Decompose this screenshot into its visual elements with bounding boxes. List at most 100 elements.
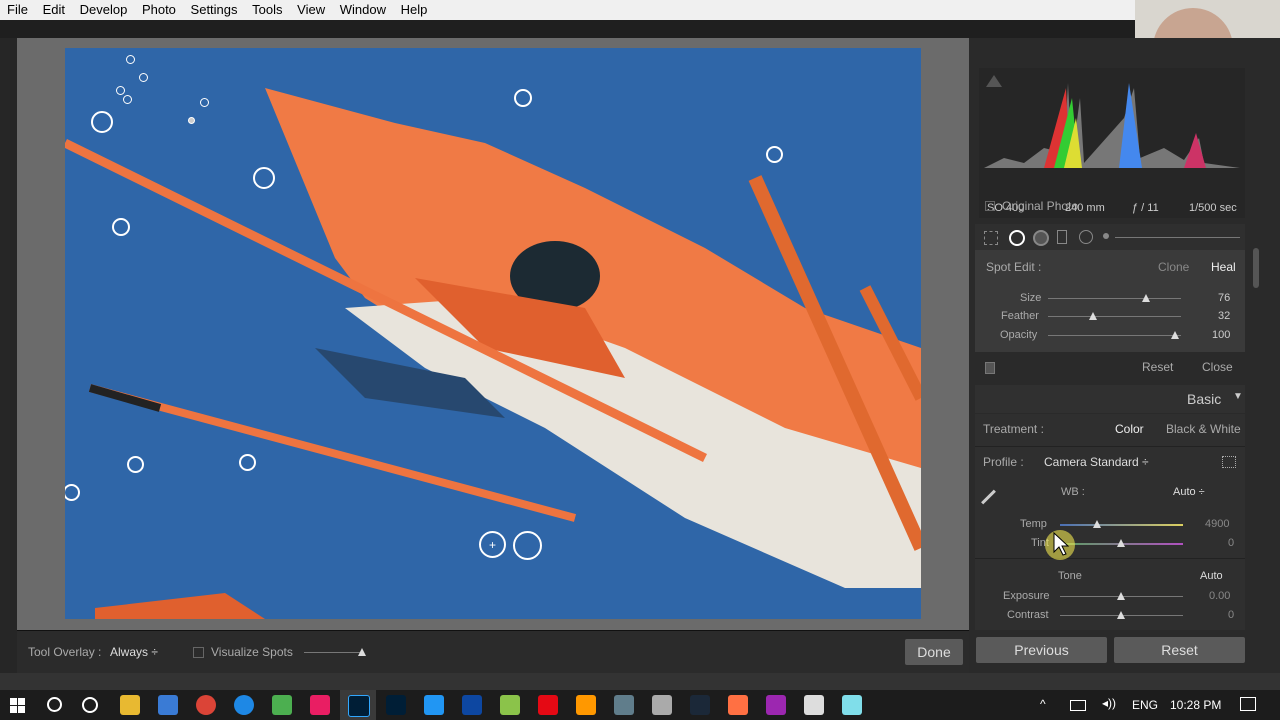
top-panel-strip[interactable] xyxy=(0,20,1280,38)
app-icon[interactable] xyxy=(310,695,330,715)
app-icon[interactable] xyxy=(766,695,786,715)
edge-icon[interactable] xyxy=(234,695,254,715)
opacity-slider-thumb[interactable] xyxy=(1171,331,1179,339)
redeye-tool-icon[interactable] xyxy=(1033,230,1049,246)
tint-value[interactable]: 0 xyxy=(1228,537,1234,549)
brush-tool-icon[interactable] xyxy=(1103,233,1109,239)
windows-start-icon[interactable] xyxy=(10,698,25,713)
profile-browser-icon[interactable] xyxy=(1222,456,1236,468)
original-photo-checkbox[interactable] xyxy=(985,201,995,211)
reset-button[interactable]: Reset xyxy=(1114,637,1245,663)
file-explorer-icon[interactable] xyxy=(120,695,140,715)
spot-circle[interactable] xyxy=(127,456,144,473)
tint-slider-thumb[interactable] xyxy=(1117,539,1125,547)
app-icon[interactable] xyxy=(576,695,596,715)
clock[interactable]: 10:28 PM xyxy=(1170,698,1221,712)
exposure-slider-thumb[interactable] xyxy=(1117,592,1125,600)
contrast-slider-thumb[interactable] xyxy=(1117,611,1125,619)
show-hidden-icons[interactable]: ^ xyxy=(1040,697,1046,711)
spot-circle[interactable] xyxy=(239,454,256,471)
size-slider-track[interactable] xyxy=(1048,298,1181,299)
visualize-spots-checkbox[interactable] xyxy=(193,647,204,658)
app-icon[interactable] xyxy=(158,695,178,715)
spot-circle[interactable] xyxy=(139,73,148,82)
spot-circle[interactable] xyxy=(514,89,532,107)
size-value[interactable]: 76 xyxy=(1218,292,1230,304)
feather-slider-thumb[interactable] xyxy=(1089,312,1097,320)
photo-canvas[interactable]: + xyxy=(65,48,921,619)
profile-select[interactable]: Camera Standard ÷ xyxy=(1044,455,1149,469)
feather-value[interactable]: 32 xyxy=(1218,310,1230,322)
eyedropper-icon[interactable] xyxy=(981,489,996,505)
panel-switch-icon[interactable] xyxy=(985,362,995,374)
spot-circle[interactable] xyxy=(253,167,275,189)
menu-photo[interactable]: Photo xyxy=(142,0,176,17)
spot-removal-tool-icon[interactable] xyxy=(1009,230,1025,246)
spot-circle[interactable] xyxy=(116,86,125,95)
notification-icon[interactable] xyxy=(1240,697,1256,711)
spot-target-circle[interactable] xyxy=(513,531,542,560)
brush-slider-track[interactable] xyxy=(1115,237,1240,238)
language-indicator[interactable]: ENG xyxy=(1132,698,1158,712)
steam-icon[interactable] xyxy=(690,695,710,715)
menu-develop[interactable]: Develop xyxy=(80,0,128,17)
spot-circle[interactable] xyxy=(200,98,209,107)
clone-option[interactable]: Clone xyxy=(1158,260,1189,274)
app-icon[interactable] xyxy=(500,695,520,715)
app-icon[interactable] xyxy=(614,695,634,715)
opacity-slider-track[interactable] xyxy=(1048,335,1181,336)
tone-auto-button[interactable]: Auto xyxy=(1200,570,1223,582)
crop-tool-icon[interactable] xyxy=(984,231,998,245)
app-icon[interactable] xyxy=(462,695,482,715)
tool-overlay-select[interactable]: Always ÷ xyxy=(110,645,158,659)
left-panel-edge[interactable] xyxy=(0,38,17,673)
visualize-slider-thumb[interactable] xyxy=(358,648,366,656)
netflix-icon[interactable] xyxy=(538,695,558,715)
spot-circle[interactable] xyxy=(91,111,113,133)
search-icon[interactable] xyxy=(47,697,62,712)
basic-panel-header[interactable]: Basic ▼ xyxy=(975,385,1245,413)
app-icon[interactable] xyxy=(424,695,444,715)
contrast-value[interactable]: 0 xyxy=(1228,609,1234,621)
exposure-value[interactable]: 0.00 xyxy=(1209,590,1230,602)
temp-slider-thumb[interactable] xyxy=(1093,520,1101,528)
menu-edit[interactable]: Edit xyxy=(43,0,65,17)
treatment-bw-option[interactable]: Black & White xyxy=(1166,422,1241,436)
feather-slider-track[interactable] xyxy=(1048,316,1181,317)
heal-option[interactable]: Heal xyxy=(1211,260,1236,274)
spot-circle[interactable] xyxy=(123,95,132,104)
menu-window[interactable]: Window xyxy=(340,0,386,17)
menu-settings[interactable]: Settings xyxy=(191,0,238,17)
temp-slider-track[interactable] xyxy=(1060,524,1183,526)
temp-value[interactable]: 4900 xyxy=(1205,518,1229,530)
wb-select[interactable]: Auto ÷ xyxy=(1173,486,1205,498)
panel-scrollbar[interactable] xyxy=(1253,248,1259,288)
spot-close-button[interactable]: Close xyxy=(1202,360,1233,374)
menu-help[interactable]: Help xyxy=(401,0,428,17)
app-icon[interactable] xyxy=(272,695,292,715)
cortana-icon[interactable] xyxy=(82,697,98,713)
size-slider-thumb[interactable] xyxy=(1142,294,1150,302)
menu-file[interactable]: File xyxy=(7,0,28,17)
previous-button[interactable]: Previous xyxy=(976,637,1107,663)
opacity-value[interactable]: 100 xyxy=(1212,329,1230,341)
app-icon[interactable] xyxy=(728,695,748,715)
done-button[interactable]: Done xyxy=(905,639,963,665)
spot-reset-button[interactable]: Reset xyxy=(1142,360,1173,374)
chrome-icon[interactable] xyxy=(196,695,216,715)
visualize-slider-track[interactable] xyxy=(304,652,364,653)
treatment-color-option[interactable]: Color xyxy=(1115,422,1144,436)
collapse-triangle-icon[interactable]: ▼ xyxy=(1233,391,1243,402)
menu-tools[interactable]: Tools xyxy=(252,0,282,17)
radial-filter-icon[interactable] xyxy=(1079,230,1093,244)
store-icon[interactable] xyxy=(652,695,672,715)
calculator-icon[interactable] xyxy=(804,695,824,715)
graduated-filter-icon[interactable] xyxy=(1057,230,1067,244)
volume-icon[interactable]: ◂)) xyxy=(1102,696,1116,710)
spot-circle[interactable] xyxy=(126,55,135,64)
menu-view[interactable]: View xyxy=(297,0,325,17)
battery-icon[interactable] xyxy=(1070,700,1086,711)
spot-circle[interactable] xyxy=(112,218,130,236)
spot-circle[interactable] xyxy=(766,146,783,163)
spot-circle[interactable] xyxy=(188,117,195,124)
